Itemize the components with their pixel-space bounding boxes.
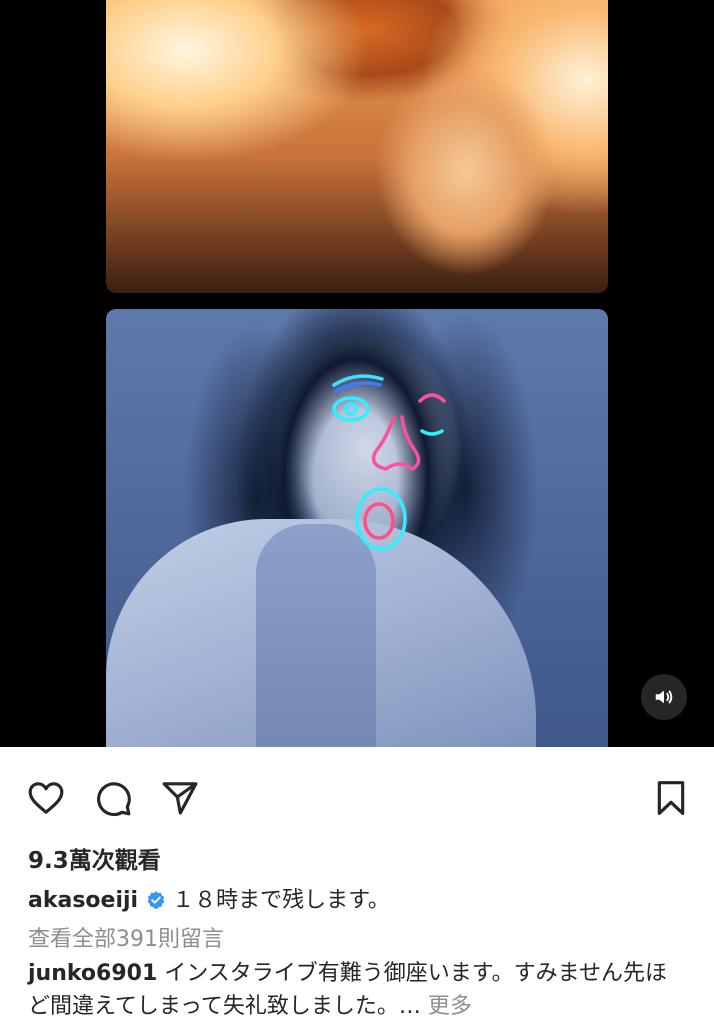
host-video-frame xyxy=(106,0,608,293)
comment-author[interactable]: junko6901 xyxy=(28,961,157,986)
bookmark-icon xyxy=(657,781,685,815)
verified-badge-icon xyxy=(146,887,166,921)
like-button[interactable] xyxy=(24,770,68,826)
speaker-icon xyxy=(655,690,673,704)
more-link[interactable]: 更多 xyxy=(428,994,472,1019)
comment-item: junko6901 インスタライブ有難う御座います。すみません先ほど間違えてしま… xyxy=(28,957,688,1023)
view-all-comments-link[interactable]: 查看全部391則留言 xyxy=(28,921,224,953)
speech-bubble-icon xyxy=(97,782,131,817)
sound-toggle-button[interactable] xyxy=(641,674,687,720)
guest-video-frame xyxy=(106,309,608,747)
post-caption: akasoeiji １８時まで残します。 xyxy=(28,884,688,921)
heart-icon xyxy=(28,782,64,814)
paper-plane-icon xyxy=(162,782,198,815)
author-username[interactable]: akasoeiji xyxy=(28,888,138,913)
save-button[interactable] xyxy=(649,770,693,826)
caption-text: １８時まで残します。 xyxy=(172,888,390,913)
neon-face-filter xyxy=(332,374,446,551)
view-count[interactable]: 9.3萬次觀看 xyxy=(28,841,161,875)
share-button[interactable] xyxy=(158,770,202,826)
post-action-bar xyxy=(0,770,714,826)
comment-button[interactable] xyxy=(91,770,135,826)
live-video-media[interactable] xyxy=(0,0,714,747)
